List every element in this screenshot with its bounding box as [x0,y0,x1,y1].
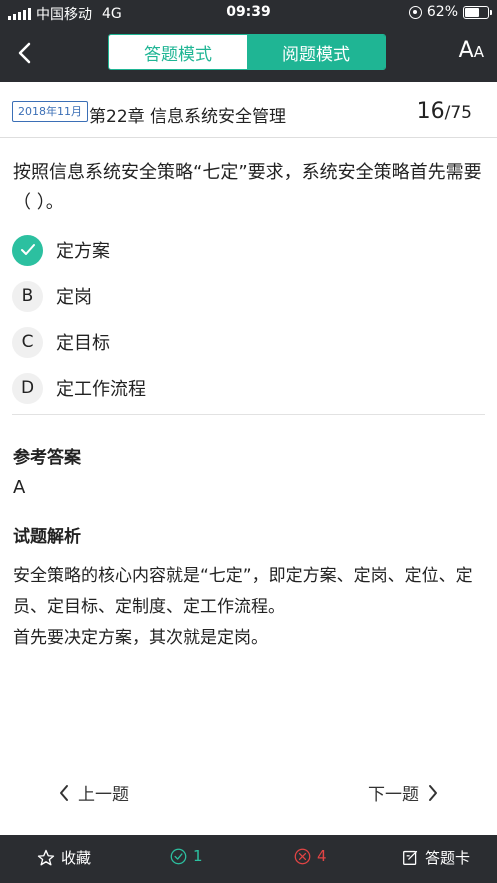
favorite-button[interactable]: 收藏 [37,847,91,868]
correct-count: 1 [193,847,203,865]
option-c-key: C [12,326,43,358]
font-size-big-glyph: A [458,38,474,63]
option-a-text: 定方案 [56,241,110,262]
pager: 上一题 下一题 [0,780,497,806]
wrong-count: 4 [317,847,327,865]
analysis-body: 安全策略的核心内容就是“七定”，即定方案、定岗、定位、定员、定目标、定制度、定工… [13,561,483,654]
option-b[interactable]: B 定岗 [12,273,482,319]
option-d-text: 定工作流程 [56,379,146,400]
next-question-label: 下一题 [368,785,419,805]
font-size-small-glyph: A [473,43,484,61]
option-d-key: D [12,372,43,404]
tab-answer-mode[interactable]: 答题模式 [109,35,247,69]
progress-total: /75 [444,103,472,123]
rotation-lock-icon [408,5,422,19]
chevron-left-icon [60,784,68,801]
question-progress: 16/75 [417,99,472,124]
status-bar: 中国移动 4G 09:39 62% [0,0,497,26]
mode-switch: 答题模式 阅题模式 [108,34,386,70]
status-right: 62% [408,4,492,20]
option-c[interactable]: C 定目标 [12,319,482,365]
bottom-bar: 收藏 1 4 答题卡 [0,835,497,883]
question-text: 按照信息系统安全策略“七定”要求，系统安全策略首先需要（ ）。 [13,162,482,213]
analysis-paragraph: 安全策略的核心内容就是“七定”，即定方案、定岗、定位、定员、定目标、定制度、定工… [13,566,473,617]
tab-read-mode[interactable]: 阅题模式 [247,35,385,69]
analysis-title: 试题解析 [13,527,81,547]
correct-count-button[interactable]: 1 [170,847,203,865]
option-b-text: 定岗 [56,287,92,308]
options-list: 定方案 B 定岗 C 定目标 D 定工作流程 [12,227,482,411]
wrong-count-button[interactable]: 4 [294,847,327,865]
option-d[interactable]: D 定工作流程 [12,365,482,411]
next-question-button[interactable]: 下一题 [368,780,439,805]
chevron-right-icon [429,784,437,801]
check-icon [12,234,43,266]
font-size-button[interactable]: A A [459,38,484,63]
star-icon [37,849,55,865]
analysis-paragraph: 首先要决定方案，其次就是定岗。 [13,628,268,648]
progress-current: 16 [416,99,445,124]
reference-answer-value: A [13,477,26,498]
chapter-title: 第22章 信息系统安全管理 [89,107,287,127]
x-circle-icon [294,848,311,864]
option-b-key: B [12,280,43,312]
chapter-header: 2018年11月 第22章 信息系统安全管理 16/75 [0,82,497,138]
prev-question-label: 上一题 [78,785,129,805]
battery-fill [465,7,479,17]
reference-answer-title: 参考答案 [13,448,81,468]
nav-bar: 答题模式 阅题模式 A A [0,26,497,82]
divider [12,414,485,415]
chevron-left-icon [18,42,31,64]
favorite-label: 收藏 [61,849,92,867]
battery-icon [463,5,492,19]
back-button[interactable] [14,39,38,67]
answer-card-button[interactable]: 答题卡 [402,847,470,868]
check-circle-icon [170,848,187,864]
battery-percent: 62% [426,4,458,20]
prev-question-button[interactable]: 上一题 [58,780,129,805]
answer-card-label: 答题卡 [425,849,471,867]
date-badge: 2018年11月 [12,101,88,122]
edit-note-icon [403,850,418,865]
option-c-text: 定目标 [56,333,110,354]
option-a[interactable]: 定方案 [12,227,482,273]
